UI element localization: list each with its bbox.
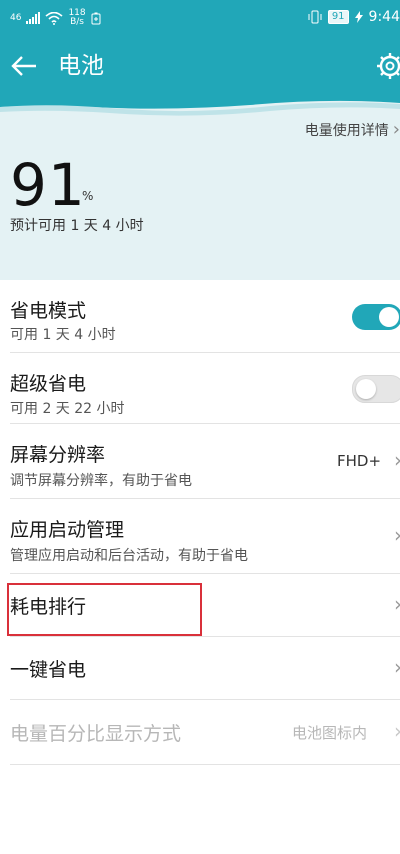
resolution-row[interactable]: 屏幕分辨率 调节屏幕分辨率，有助于省电 FHD+ ›	[10, 424, 400, 499]
vibrate-icon	[308, 10, 322, 24]
power-saving-toggle[interactable]	[352, 304, 400, 330]
toggle-knob	[356, 379, 376, 399]
ultra-power-saving-title: 超级省电	[10, 373, 87, 395]
page-title: 电池	[58, 53, 104, 79]
charging-icon	[354, 11, 363, 23]
battery-hero-panel: 电量使用详情 › 91 % 预计可用 1 天 4 小时	[0, 95, 400, 280]
status-bar: 46 118 B/s 91 9:44	[0, 0, 400, 36]
app-launch-subtitle: 管理应用启动和后台活动，有助于省电	[10, 548, 248, 564]
power-saving-row[interactable]: 省电模式 可用 1 天 4 小时	[10, 280, 400, 353]
percent-display-row: 电量百分比显示方式 电池图标内 ›	[10, 700, 400, 765]
net-speed: 118 B/s	[68, 9, 85, 27]
clock: 9:44	[368, 9, 400, 25]
usage-details-label: 电量使用详情	[304, 122, 389, 139]
battery-saver-icon	[91, 12, 101, 24]
net-speed-unit: B/s	[70, 17, 84, 27]
settings-list: 省电模式 可用 1 天 4 小时 超级省电 可用 2 天 22 小时 屏幕分辨率…	[0, 280, 400, 765]
signal-icon	[26, 12, 41, 24]
one-key-save-row[interactable]: 一键省电 ›	[10, 637, 400, 700]
battery-indicator: 91	[327, 10, 349, 24]
percent-display-value: 电池图标内	[292, 724, 368, 742]
ultra-power-saving-toggle[interactable]	[352, 375, 400, 403]
back-button[interactable]	[8, 48, 44, 84]
usage-details-link[interactable]: 电量使用详情 ›	[305, 119, 400, 140]
back-arrow-icon	[11, 56, 36, 76]
battery-estimate: 预计可用 1 天 4 小时	[10, 218, 144, 234]
gear-icon	[377, 53, 400, 79]
chevron-right-icon: ›	[392, 119, 400, 140]
power-saving-title: 省电模式	[10, 300, 87, 322]
ultra-power-saving-row[interactable]: 超级省电 可用 2 天 22 小时	[10, 353, 400, 424]
app-launch-row[interactable]: 应用启动管理 管理应用启动和后台活动，有助于省电 ›	[10, 499, 400, 574]
signal-label: 46	[10, 12, 22, 23]
chevron-right-icon: ›	[394, 655, 400, 679]
chevron-right-icon: ›	[394, 719, 400, 743]
wifi-icon	[45, 11, 63, 25]
app-header: 46 118 B/s 91 9:44 电池	[0, 0, 400, 95]
power-saving-subtitle: 可用 1 天 4 小时	[10, 327, 116, 343]
battery-percent-unit: %	[82, 189, 94, 203]
toggle-knob	[379, 307, 399, 327]
percent-display-title: 电量百分比显示方式	[10, 723, 182, 745]
ultra-power-saving-subtitle: 可用 2 天 22 小时	[10, 401, 125, 417]
resolution-value: FHD+	[337, 452, 382, 470]
one-key-save-title: 一键省电	[10, 659, 87, 681]
highlight-box	[7, 583, 202, 636]
resolution-title: 屏幕分辨率	[10, 444, 106, 466]
app-launch-title: 应用启动管理	[10, 519, 125, 541]
chevron-right-icon: ›	[394, 448, 400, 472]
resolution-subtitle: 调节屏幕分辨率，有助于省电	[10, 473, 192, 489]
chevron-right-icon: ›	[394, 523, 400, 547]
title-bar: 电池	[0, 40, 400, 92]
settings-button[interactable]	[374, 48, 400, 84]
chevron-right-icon: ›	[394, 592, 400, 616]
battery-percent: 91	[10, 151, 86, 219]
